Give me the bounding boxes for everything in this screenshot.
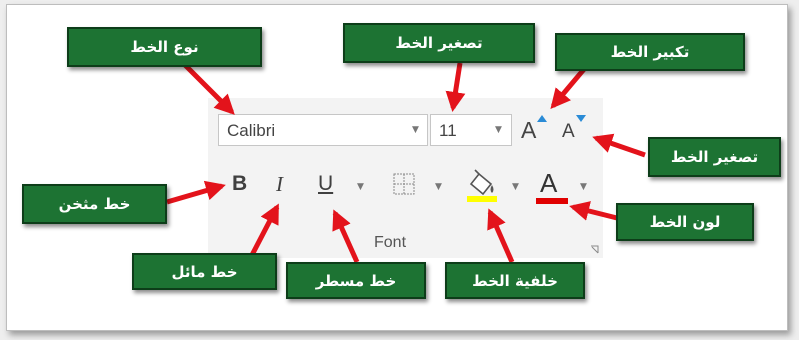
arrow-shrink-right	[592, 133, 646, 158]
label-grow: تكبير الخط	[555, 33, 745, 71]
arrow-underline	[332, 209, 360, 264]
label-bold: خط مثخن	[22, 184, 167, 224]
arrow-highlight	[487, 208, 515, 264]
arrow-bold	[166, 180, 226, 205]
arrow-font-type	[183, 63, 235, 115]
label-underline: خط مسطر	[286, 262, 426, 299]
label-highlight: خلفية الخط	[445, 262, 585, 299]
label-font-type: نوع الخط	[67, 27, 262, 67]
arrow-shrink-top	[445, 62, 466, 112]
label-shrink-top: تصغير الخط	[343, 23, 535, 63]
label-italic: خط مائل	[132, 253, 277, 290]
label-shrink-right: تصغير الخط	[648, 137, 781, 177]
arrow-italic	[249, 203, 280, 257]
label-font-color: لون الخط	[616, 203, 754, 241]
arrow-grow	[550, 66, 587, 110]
